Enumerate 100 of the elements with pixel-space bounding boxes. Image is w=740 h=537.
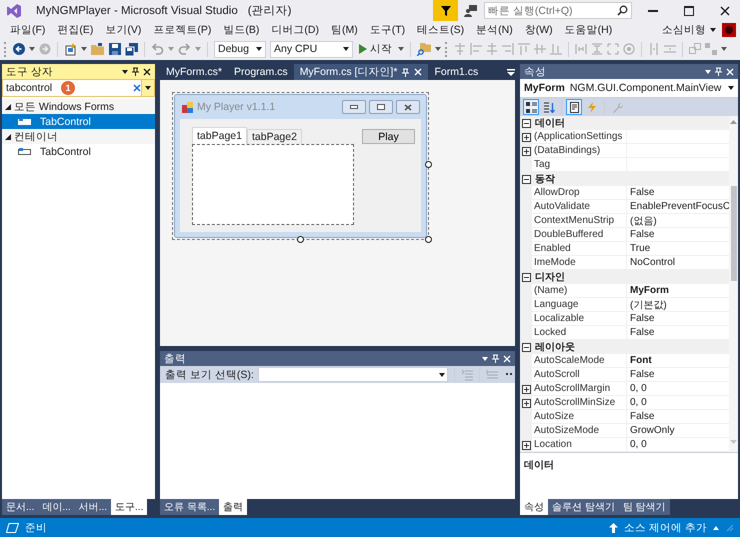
document-tab[interactable]: Program.cs [228, 64, 294, 80]
property-value[interactable]: False [627, 186, 729, 200]
property-value[interactable]: 0, 0 [627, 396, 729, 410]
menu-item[interactable]: 창(W) [518, 22, 559, 36]
expand-icon[interactable] [522, 440, 530, 450]
scroll-thumb[interactable] [730, 186, 736, 281]
user-name[interactable]: 소심비형 [662, 22, 706, 36]
scroll-up-icon[interactable] [730, 120, 737, 124]
panel-tab[interactable]: 속성 [520, 499, 548, 515]
property-value[interactable]: MyForm [627, 284, 729, 298]
form-maximize-button[interactable] [369, 100, 393, 114]
caret-icon[interactable] [343, 47, 349, 51]
avatar-icon[interactable] [722, 22, 736, 36]
caret-icon[interactable] [710, 28, 716, 32]
clear-icon[interactable] [133, 84, 141, 92]
view-button[interactable] [566, 99, 582, 115]
resize-handle[interactable] [297, 236, 304, 243]
expand-icon[interactable] [522, 384, 530, 394]
panel-tab[interactable]: 팀 탐색기 [618, 499, 670, 515]
property-name[interactable]: AutoScrollMinSize [532, 396, 627, 410]
menu-item[interactable]: 테스트(S) [411, 22, 470, 36]
property-name[interactable]: AutoValidate [532, 200, 627, 214]
property-value[interactable]: (기본값) [627, 298, 729, 312]
menu-item[interactable]: 팀(M) [325, 22, 364, 36]
save-icon[interactable] [109, 43, 121, 55]
property-value[interactable]: Font [627, 354, 729, 368]
panel-tab[interactable]: 서버... [74, 499, 112, 515]
document-tab[interactable]: Form1.cs [428, 64, 484, 80]
property-name[interactable]: Language [532, 298, 627, 312]
view-button[interactable] [523, 99, 539, 115]
caret-icon[interactable] [398, 47, 404, 51]
play-button[interactable]: Play [362, 129, 415, 144]
property-name[interactable]: (Name) [532, 284, 627, 298]
menu-item[interactable]: 분석(N) [470, 22, 519, 36]
property-name[interactable]: Location [532, 438, 627, 452]
property-value[interactable]: GrowOnly [627, 424, 729, 438]
menu-item[interactable]: 도구(T) [364, 22, 412, 36]
menu-item[interactable]: 디버그(D) [265, 22, 325, 36]
form-close-button[interactable] [396, 100, 420, 114]
caret-icon[interactable] [482, 356, 488, 360]
document-tab[interactable]: MyForm.cs* [160, 64, 228, 80]
configuration-dropdown[interactable]: Debug [214, 40, 266, 58]
menu-item[interactable]: 파일(F) [4, 22, 52, 36]
property-name[interactable]: AutoScroll [532, 368, 627, 382]
start-button[interactable]: 시작 [357, 40, 394, 58]
caret-icon[interactable] [721, 47, 727, 51]
panel-tab[interactable]: 출력 [219, 499, 248, 515]
caret-icon[interactable] [728, 86, 734, 90]
property-name[interactable]: AutoSize [532, 410, 627, 424]
pin-icon[interactable] [132, 67, 139, 76]
toolbox-item[interactable]: TabControl [2, 114, 155, 129]
property-name[interactable]: Enabled [532, 242, 627, 256]
property-value[interactable]: True [627, 242, 729, 256]
property-name[interactable]: ContextMenuStrip [532, 214, 627, 228]
caret-icon[interactable] [81, 47, 87, 51]
property-value[interactable]: False [627, 326, 729, 340]
caret-icon[interactable] [705, 70, 711, 74]
property-name[interactable]: (DataBindings) [532, 144, 627, 158]
property-name[interactable]: AutoScaleMode [532, 354, 627, 368]
property-name[interactable]: Locked [532, 326, 627, 340]
property-name[interactable]: Localizable [532, 312, 627, 326]
tab-menu-icon[interactable] [507, 68, 515, 76]
property-name[interactable]: (ApplicationSettings [532, 130, 627, 144]
form-tab[interactable]: tabPage1 [192, 127, 247, 144]
collapse-icon[interactable] [522, 272, 531, 282]
collapse-icon[interactable] [522, 174, 531, 184]
menu-item[interactable]: 보기(V) [99, 22, 148, 36]
property-value[interactable]: 0, 0 [627, 382, 729, 396]
folder-icon[interactable] [91, 43, 105, 55]
property-value[interactable]: 0, 0 [627, 438, 729, 452]
new-project-icon[interactable] [64, 42, 77, 56]
collapse-icon[interactable] [522, 118, 531, 128]
property-value[interactable]: False [627, 312, 729, 326]
caret-icon[interactable] [256, 47, 262, 51]
caret-icon[interactable] [122, 70, 128, 74]
expand-icon[interactable] [522, 398, 530, 408]
quick-launch-field[interactable]: 빠른 실행(Ctrl+Q) [488, 4, 617, 16]
property-name[interactable]: AutoSizeMode [532, 424, 627, 438]
source-control-button[interactable]: 소스 제어에 추가 [624, 520, 707, 534]
overflow-icon[interactable] [506, 373, 512, 376]
quick-launch-box[interactable]: 빠른 실행(Ctrl+Q) [484, 2, 632, 19]
form-tab[interactable]: tabPage2 [246, 129, 302, 144]
caret-icon[interactable] [29, 47, 35, 51]
expanded-icon[interactable] [5, 134, 11, 140]
save-all-icon[interactable] [125, 42, 138, 56]
menu-item[interactable]: 빌드(B) [217, 22, 266, 36]
close-icon[interactable] [143, 68, 151, 76]
find-in-files-icon[interactable] [417, 42, 431, 56]
expand-icon[interactable] [522, 132, 530, 142]
property-name[interactable]: Tag [532, 158, 627, 172]
caret-icon[interactable] [435, 47, 441, 51]
property-name[interactable]: AllowDrop [532, 186, 627, 200]
property-name[interactable]: AutoScrollMargin [532, 382, 627, 396]
menu-item[interactable]: 프로젝트(P) [147, 22, 218, 36]
search-box[interactable]: tabcontrol 1 [2, 79, 155, 97]
resize-handle[interactable] [425, 236, 432, 243]
property-value[interactable]: False [627, 228, 729, 242]
property-value[interactable]: (없음) [627, 214, 729, 228]
property-value[interactable]: EnablePreventFocusC [627, 200, 729, 214]
object-selector[interactable]: MyForm NGM.GUI.Component.MainView [520, 79, 738, 98]
